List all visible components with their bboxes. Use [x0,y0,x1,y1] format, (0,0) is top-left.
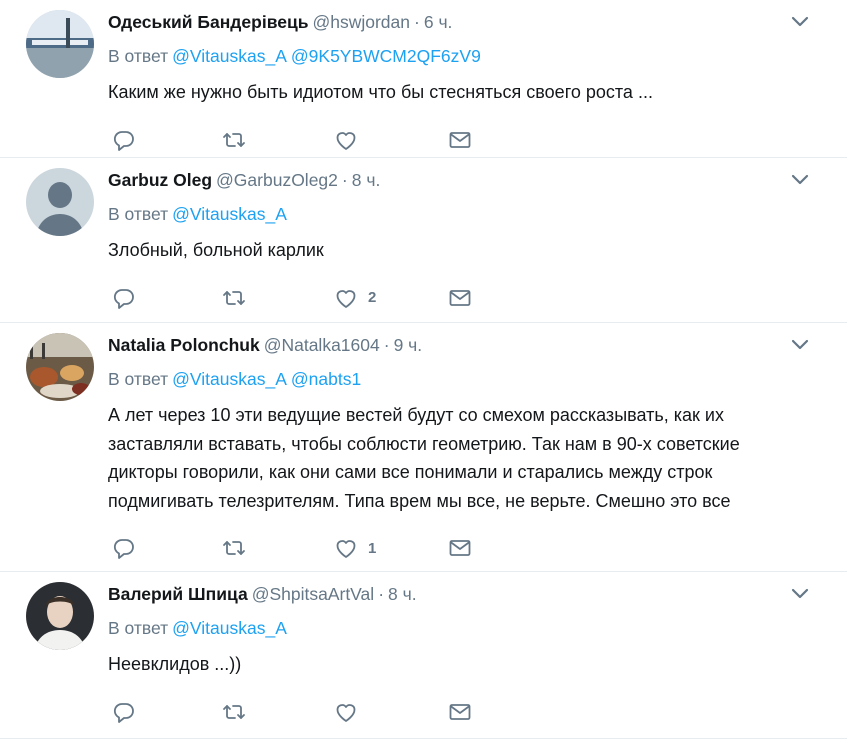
chevron-down-icon[interactable] [791,337,809,351]
separator-dot: · [341,170,348,190]
author-name[interactable]: Garbuz Oleg [108,170,212,190]
tweet-timestamp[interactable]: 8 ч. [388,584,417,604]
direct-message-button[interactable] [448,695,472,729]
tweet-text: Каким же нужно быть идиотом что бы стесн… [108,82,653,102]
mention-link[interactable]: @Vitauskas_A [172,46,287,66]
reply-context: В ответ @Vitauskas_A [108,202,847,226]
like-button[interactable]: 2 [334,281,376,315]
like-button[interactable] [334,695,368,729]
reply-prefix: В ответ [108,369,169,389]
retweet-icon [223,541,245,555]
reply-context: В ответ @Vitauskas_A [108,616,847,640]
chevron-down-icon[interactable] [791,14,809,28]
author-name[interactable]: Natalia Polonchuk [108,335,260,355]
reply-prefix: В ответ [108,204,169,224]
like-count: 1 [368,539,377,557]
direct-message-button[interactable] [448,281,472,315]
tweet-timestamp[interactable]: 8 ч. [352,170,381,190]
tweet-timestamp[interactable]: 6 ч. [424,12,453,32]
mention-link[interactable]: @nabts1 [291,369,361,389]
direct-message-button[interactable] [448,123,472,157]
tweet-item[interactable]: Одеський Бандерівець @hswjordan · 6 ч. В от… [0,0,847,158]
tweet-header: Natalia Polonchuk @Natalka1604 · 9 ч. [108,333,847,357]
mention-link[interactable]: @9K5YBWCM2QF6zV9 [291,46,481,66]
reply-icon [113,702,134,723]
author-username[interactable]: @ShpitsaArtVal [252,584,375,604]
tweet-actions: 1 [108,531,847,565]
reply-prefix: В ответ [108,618,169,638]
like-button[interactable] [334,123,368,157]
reply-button[interactable] [112,695,136,729]
reply-icon [113,130,134,151]
tweet-actions [108,123,847,157]
like-button[interactable]: 1 [334,531,376,565]
tweet-item[interactable]: Natalia Polonchuk @Natalka1604 · 9 ч. В отв… [0,323,847,572]
chevron-down-icon[interactable] [791,172,809,186]
retweet-button[interactable] [222,281,246,315]
tweet-header: Валерий Шпица @ShpitsaArtVal · 8 ч. [108,582,847,606]
avatar-image [26,333,94,401]
heart-icon [336,289,356,308]
separator-dot: · [378,584,385,604]
tweet-item[interactable]: Garbuz Oleg @GarbuzOleg2 · 8 ч. В ответ @Vit… [0,158,847,323]
author-username[interactable]: @hswjordan [312,12,410,32]
mention-link[interactable]: @Vitauskas_A [172,204,287,224]
retweet-button[interactable] [222,695,246,729]
mention-link[interactable]: @Vitauskas_A [172,618,287,638]
heart-icon [336,131,356,150]
retweet-icon [223,132,245,147]
separator-dot: · [414,12,420,32]
author-name[interactable]: Одеський Бандерівець [108,12,308,32]
direct-message-button[interactable] [448,531,472,565]
author-name[interactable]: Валерий Шпица [108,584,248,604]
tweet-text: Злобный, больной карлик [108,240,324,260]
default-avatar-icon [26,168,94,236]
like-count: 2 [368,289,377,306]
reply-button[interactable] [112,123,136,157]
heart-icon [336,540,356,558]
author-username[interactable]: @Natalka1604 [264,335,380,355]
reply-context: В ответ @Vitauskas_A @9K5YBWCM2QF6zV9 [108,44,847,68]
reply-context: В ответ @Vitauskas_A @nabts1 [108,367,847,391]
avatar-image [26,582,94,650]
retweet-icon [223,704,245,719]
separator-dot: · [383,335,390,355]
tweet-header: Одеський Бандерівець @hswjordan · 6 ч. [108,10,847,34]
tweet-actions [108,695,847,729]
heart-icon [336,703,356,722]
envelope-icon [449,131,471,148]
avatar[interactable] [26,333,94,401]
tweet-actions: 2 [108,281,847,315]
reply-icon [113,288,134,309]
tweet-header: Garbuz Oleg @GarbuzOleg2 · 8 ч. [108,168,847,192]
retweet-button[interactable] [222,531,246,565]
tweet-text: Неевклидов ...)) [108,654,242,674]
avatar-image [26,10,94,78]
retweet-icon [223,290,245,305]
envelope-icon [449,289,471,306]
avatar[interactable] [26,582,94,650]
avatar[interactable] [26,10,94,78]
tweet-timestamp[interactable]: 9 ч. [394,335,423,355]
reply-prefix: В ответ [108,46,169,66]
mention-link[interactable]: @Vitauskas_A [172,369,287,389]
reply-button[interactable] [112,281,136,315]
tweet-item[interactable]: Валерий Шпица @ShpitsaArtVal · 8 ч. В ответ… [0,572,847,739]
envelope-icon [449,703,471,720]
retweet-button[interactable] [222,123,246,157]
reply-icon [113,539,134,559]
tweet-text: А лет через 10 эти ведущие вестей будут … [108,405,740,511]
chevron-down-icon[interactable] [791,586,809,600]
envelope-icon [449,540,471,556]
avatar[interactable] [26,168,94,236]
author-username[interactable]: @GarbuzOleg2 [216,170,338,190]
reply-button[interactable] [112,531,136,565]
